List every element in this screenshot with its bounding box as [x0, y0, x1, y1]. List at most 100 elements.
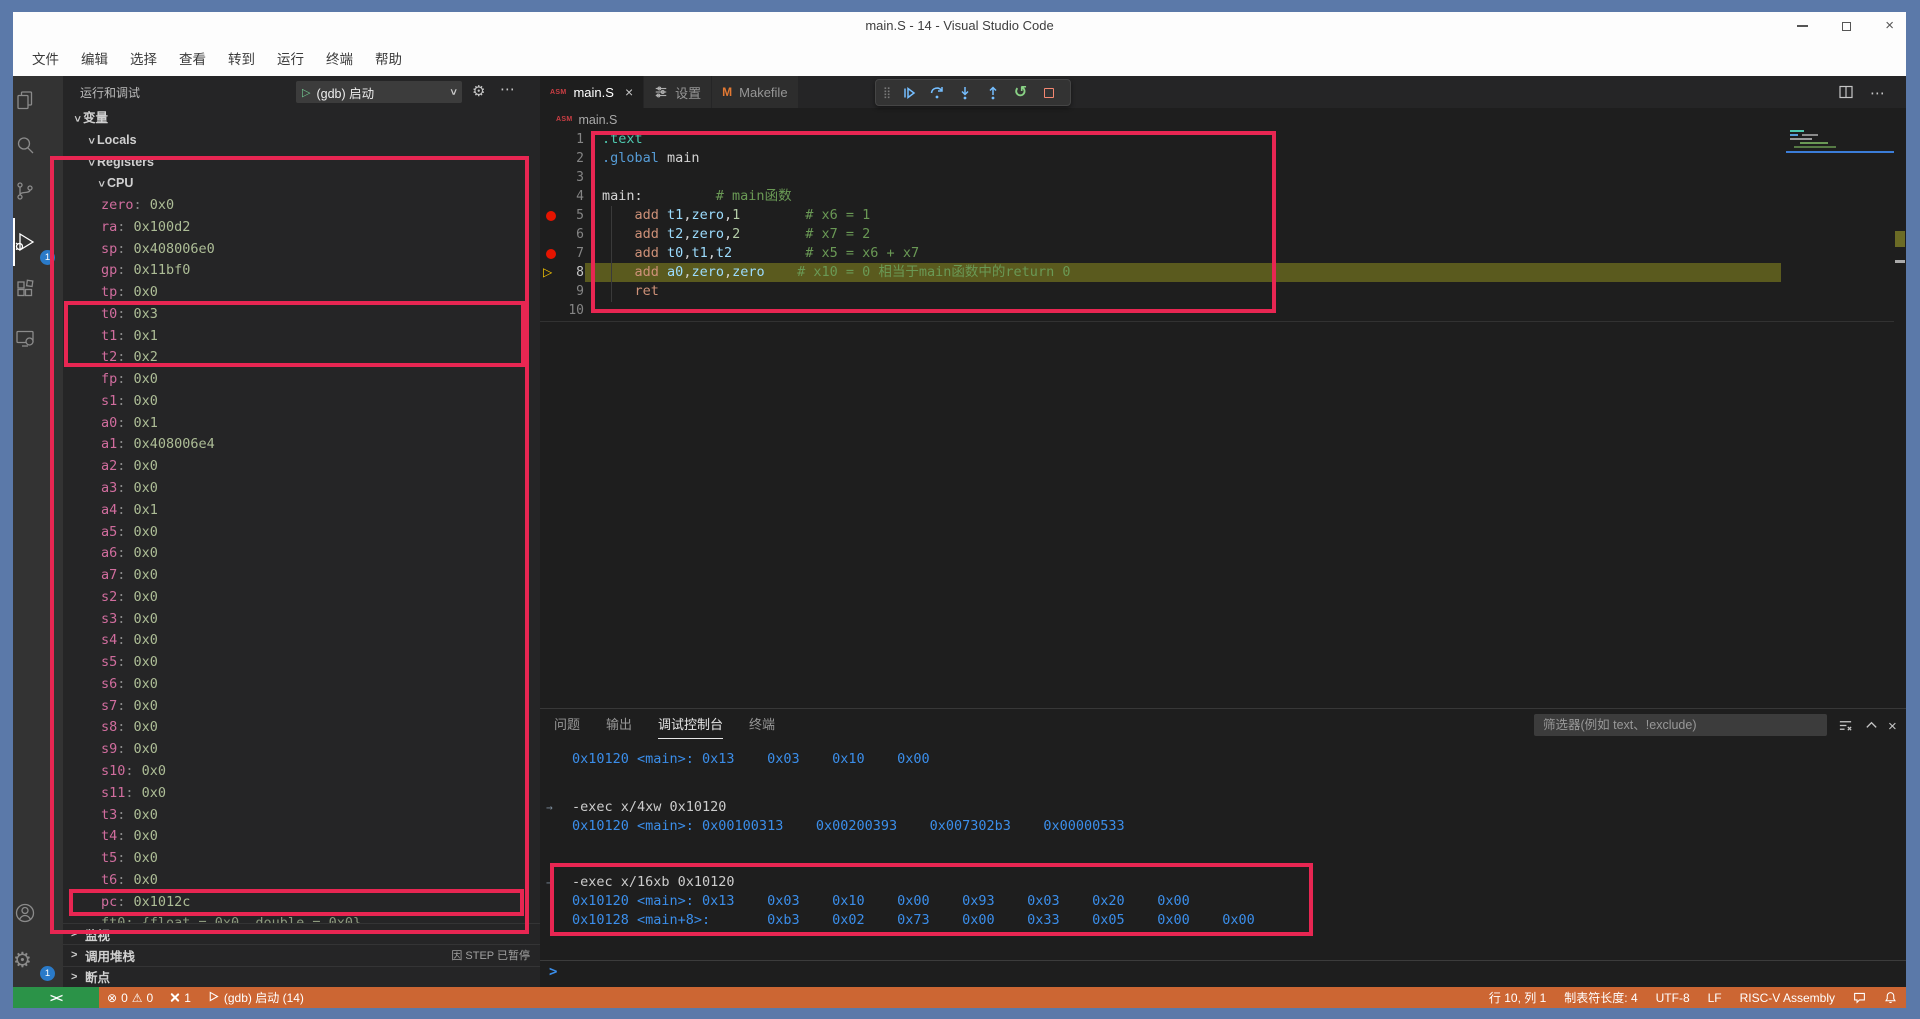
start-debug-icon[interactable]: ▷: [302, 86, 310, 99]
register-row-s5[interactable]: s5: 0x0: [63, 652, 540, 674]
register-row-s2[interactable]: s2: 0x0: [63, 587, 540, 609]
close-icon[interactable]: ×: [1885, 12, 1894, 40]
extensions-icon[interactable]: [13, 277, 37, 301]
code-line-6[interactable]: 6 add t2,zero,2 # x7 = 2: [540, 225, 1894, 244]
breakpoint-icon[interactable]: [546, 249, 556, 259]
register-row-a5[interactable]: a5: 0x0: [63, 522, 540, 544]
code-line-7[interactable]: 7 add t0,t1,t2 # x5 = x6 + x7: [540, 244, 1894, 263]
console-filter-input[interactable]: [1534, 714, 1827, 736]
breakpoint-icon[interactable]: [546, 211, 556, 221]
console-input[interactable]: >: [540, 962, 1906, 986]
sidebar-section-断点[interactable]: >断点: [63, 966, 540, 987]
panel-tab-问题[interactable]: 问题: [554, 714, 580, 739]
code-line-8[interactable]: ▷8 add a0,zero,zero # x10 = 0 相当于main函数中…: [540, 263, 1894, 282]
tree-row-Locals[interactable]: >Locals: [63, 130, 540, 152]
register-row-t2[interactable]: t2: 0x2: [63, 347, 540, 369]
account-icon[interactable]: [13, 901, 37, 925]
debug-config-dropdown[interactable]: ▷ (gdb) 启动 >: [296, 81, 462, 103]
sidebar-section-调用堆栈[interactable]: >调用堆栈因 STEP 已暂停: [63, 944, 540, 965]
cursor-position-status[interactable]: 行 10, 列 1: [1480, 987, 1555, 1008]
run-and-debug-icon[interactable]: [13, 230, 37, 254]
register-row-s10[interactable]: s10: 0x0: [63, 761, 540, 783]
step-into-button[interactable]: [956, 84, 973, 101]
panel-tab-输出[interactable]: 输出: [606, 714, 632, 739]
chevron-collapsed-icon[interactable]: >: [71, 949, 85, 961]
sidebar-more-actions-icon[interactable]: ⋯: [500, 80, 516, 98]
menu-item-终端[interactable]: 终端: [315, 48, 364, 68]
register-row-t0[interactable]: t0: 0x3: [63, 304, 540, 326]
register-row-t5[interactable]: t5: 0x0: [63, 848, 540, 870]
clear-console-icon[interactable]: [1838, 718, 1853, 738]
register-row-gp[interactable]: gp: 0x11bf0: [63, 260, 540, 282]
register-row-a2[interactable]: a2: 0x0: [63, 456, 540, 478]
register-row-ra[interactable]: ra: 0x100d2: [63, 217, 540, 239]
tab-close-icon[interactable]: ×: [625, 84, 633, 100]
minimize-icon[interactable]: [1797, 25, 1808, 27]
code-line-3[interactable]: 3: [540, 168, 1894, 187]
register-row-s6[interactable]: s6: 0x0: [63, 674, 540, 696]
chevron-collapsed-icon[interactable]: >: [71, 971, 85, 983]
register-row-t3[interactable]: t3: 0x0: [63, 805, 540, 827]
register-row-a6[interactable]: a6: 0x0: [63, 543, 540, 565]
register-row-sp[interactable]: sp: 0x408006e0: [63, 239, 540, 261]
chevron-expanded-icon[interactable]: >: [65, 112, 87, 126]
code-line-5[interactable]: 5 add t1,zero,1 # x6 = 1: [540, 206, 1894, 225]
breadcrumb[interactable]: ASM main.S: [540, 108, 1906, 131]
register-row-fp[interactable]: fp: 0x0: [63, 369, 540, 391]
panel-tab-调试控制台[interactable]: 调试控制台: [658, 714, 723, 739]
maximize-panel-icon[interactable]: [1864, 718, 1879, 738]
menu-item-帮助[interactable]: 帮助: [364, 48, 413, 68]
more-actions-icon[interactable]: ⋯: [1870, 84, 1885, 105]
remote-indicator[interactable]: ><: [13, 987, 99, 1008]
explorer-icon[interactable]: [13, 88, 37, 112]
feedback-icon[interactable]: [1844, 987, 1875, 1008]
language-mode-status[interactable]: RISC-V Assembly: [1731, 987, 1844, 1008]
tools-status[interactable]: 1: [161, 987, 199, 1008]
encoding-status[interactable]: UTF-8: [1647, 987, 1699, 1008]
chevron-expanded-icon[interactable]: >: [79, 155, 101, 169]
tree-row-变量[interactable]: >变量: [63, 108, 540, 130]
menu-item-转到[interactable]: 转到: [217, 48, 266, 68]
menu-item-文件[interactable]: 文件: [21, 48, 70, 68]
register-row-a3[interactable]: a3: 0x0: [63, 478, 540, 500]
problems-status[interactable]: ⊗ 0 ⚠ 0: [99, 987, 161, 1008]
code-line-9[interactable]: 9 ret: [540, 282, 1894, 301]
split-editor-icon[interactable]: [1838, 84, 1854, 105]
menu-item-编辑[interactable]: 编辑: [70, 48, 119, 68]
menu-item-运行[interactable]: 运行: [266, 48, 315, 68]
tree-row-Registers[interactable]: >Registers: [63, 152, 540, 174]
panel-splitter[interactable]: [540, 708, 1906, 709]
debug-session-status[interactable]: (gdb) 启动 (14): [199, 987, 312, 1008]
search-icon[interactable]: [13, 133, 37, 157]
register-row-t4[interactable]: t4: 0x0: [63, 826, 540, 848]
register-row-zero[interactable]: zero: 0x0: [63, 195, 540, 217]
remote-explorer-icon[interactable]: [13, 326, 37, 350]
notifications-bell-icon[interactable]: [1875, 987, 1906, 1008]
code-line-10[interactable]: 10: [540, 301, 1894, 320]
eol-status[interactable]: LF: [1699, 987, 1731, 1008]
debug-settings-gear-icon[interactable]: ⚙: [472, 82, 485, 100]
register-row-s8[interactable]: s8: 0x0: [63, 717, 540, 739]
register-row-t6[interactable]: t6: 0x0: [63, 870, 540, 892]
register-row-s9[interactable]: s9: 0x0: [63, 739, 540, 761]
tab-设置[interactable]: 设置: [644, 76, 712, 108]
register-row-s7[interactable]: s7: 0x0: [63, 696, 540, 718]
step-out-button[interactable]: [984, 84, 1001, 101]
indentation-status[interactable]: 制表符长度: 4: [1555, 987, 1646, 1008]
code-line-4[interactable]: 4main: # main函数: [540, 187, 1894, 206]
register-row-t1[interactable]: t1: 0x1: [63, 326, 540, 348]
menu-item-查看[interactable]: 查看: [168, 48, 217, 68]
tree-row-CPU[interactable]: >CPU: [63, 173, 540, 195]
code-editor[interactable]: 1.text2.global main34main: # main函数5 add…: [540, 130, 1894, 320]
register-row-s1[interactable]: s1: 0x0: [63, 391, 540, 413]
minimap[interactable]: [1790, 130, 1804, 132]
continue-button[interactable]: [900, 84, 917, 101]
stop-button[interactable]: [1040, 84, 1057, 101]
register-row-a1[interactable]: a1: 0x408006e4: [63, 434, 540, 456]
restart-button[interactable]: ↺: [1012, 84, 1029, 101]
breadcrumb-file[interactable]: main.S: [578, 113, 617, 127]
register-row-a4[interactable]: a4: 0x1: [63, 500, 540, 522]
close-panel-icon[interactable]: ×: [1888, 718, 1897, 735]
register-row-tp[interactable]: tp: 0x0: [63, 282, 540, 304]
chevron-expanded-icon[interactable]: >: [89, 177, 111, 191]
